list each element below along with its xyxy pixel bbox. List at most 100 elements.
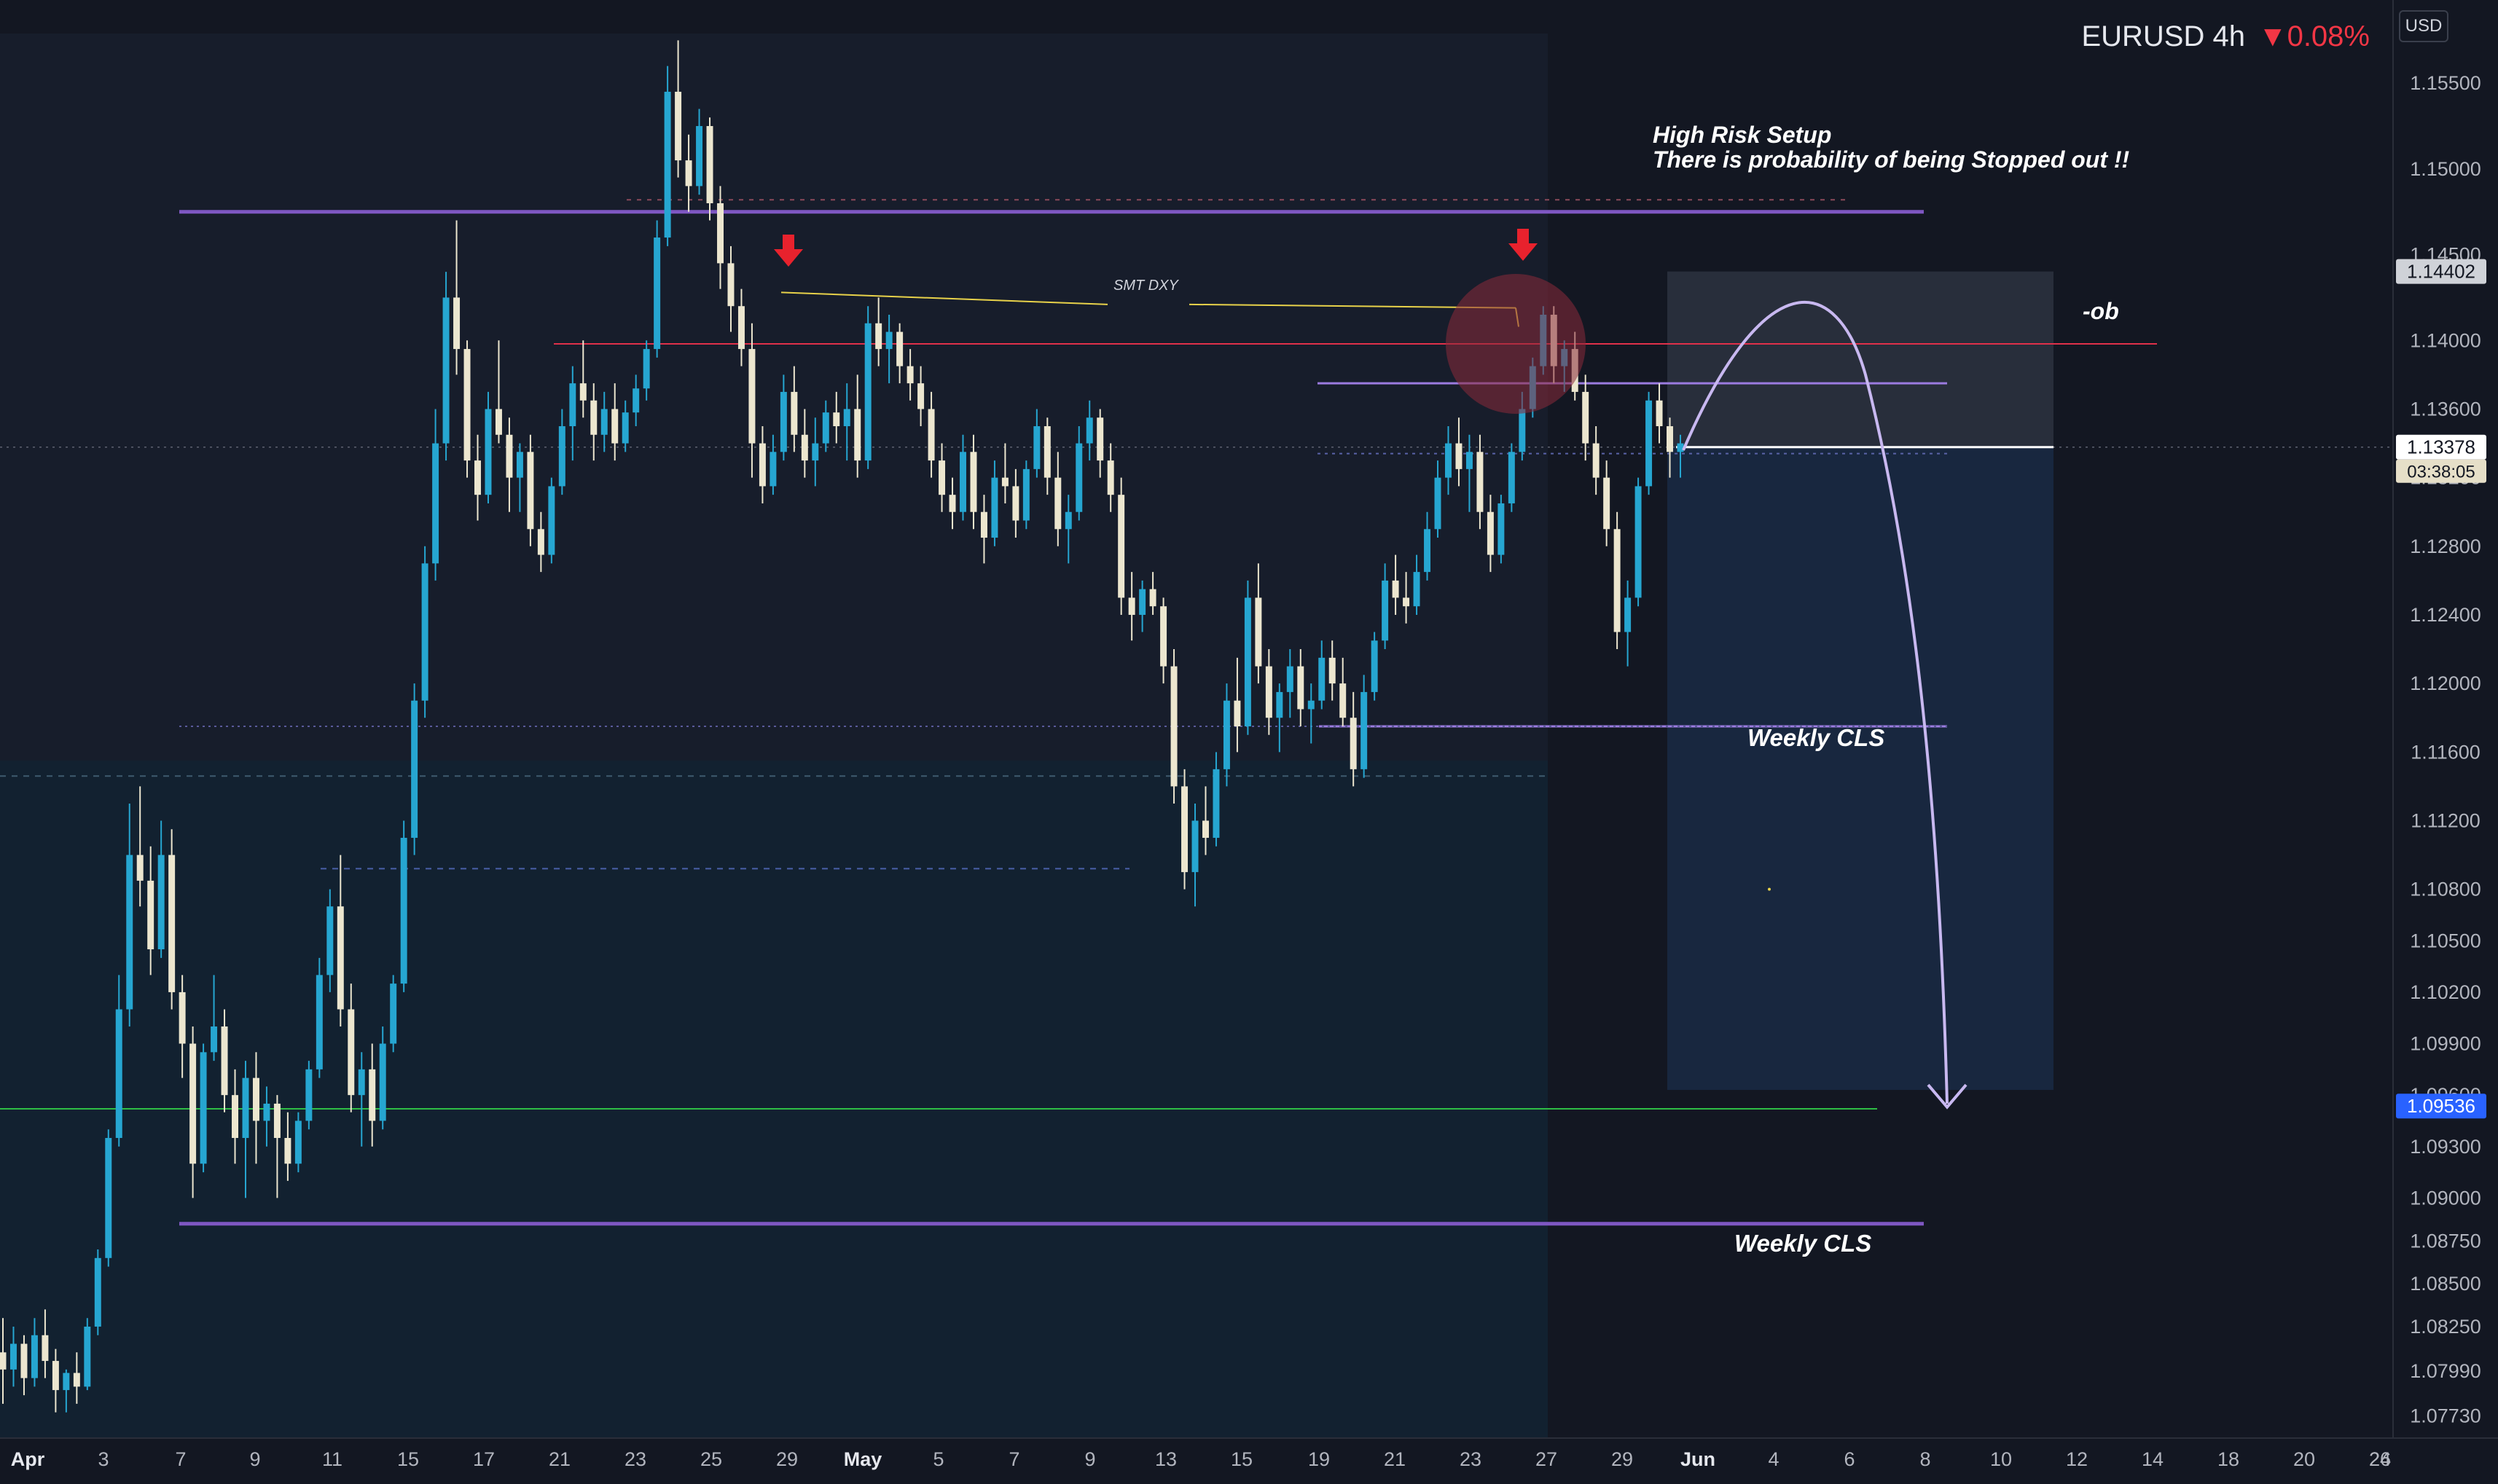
candle-body (495, 409, 502, 435)
candle-body (1149, 589, 1156, 607)
candle-body (1465, 452, 1473, 469)
x-tick-label: 9 (249, 1448, 260, 1470)
candle-body (1624, 597, 1632, 632)
candle-body (326, 906, 334, 975)
candle-body (907, 366, 914, 384)
candle-body (1044, 426, 1051, 478)
candle-body (737, 306, 745, 350)
candle-body (590, 400, 598, 435)
x-tick-label: 29 (776, 1448, 798, 1470)
price-change: ▼0.08% (2258, 20, 2370, 52)
currency-button[interactable]: USD (2399, 10, 2448, 42)
candle-body (1086, 417, 1093, 444)
candle-body (843, 409, 850, 427)
x-tick-label: 15 (1231, 1448, 1253, 1470)
candle-body (432, 443, 439, 564)
candle-body (73, 1373, 80, 1387)
x-tick-label: 29 (1611, 1448, 1633, 1470)
y-tick-label: 1.09000 (2410, 1187, 2481, 1209)
candle-body (31, 1335, 38, 1378)
x-tick-label: 19 (1308, 1448, 1330, 1470)
candle-body (717, 203, 724, 264)
candle-body (157, 855, 165, 950)
candle-body (1160, 606, 1167, 667)
candle-body (1054, 477, 1062, 530)
x-tick-label: 13 (1155, 1448, 1177, 1470)
candle-body (1170, 666, 1178, 787)
x-tick-label: 9 (1084, 1448, 1095, 1470)
candle-body (558, 426, 565, 487)
candle-body (168, 855, 176, 992)
x-tick-label: 21 (1384, 1448, 1406, 1470)
candle-body (442, 297, 450, 444)
candle-body (263, 1103, 270, 1121)
x-tick-label: 20 (2293, 1448, 2315, 1470)
candle-body (453, 297, 461, 350)
y-tick-label: 1.08500 (2410, 1273, 2481, 1295)
candle-body (759, 443, 766, 487)
candle-body (421, 563, 428, 701)
candle-body (1403, 597, 1410, 607)
ob-label: -ob (2083, 298, 2119, 324)
countdown-label: 03:38:05 (2407, 463, 2475, 482)
highlight-circle (1446, 274, 1586, 415)
candle-body (780, 391, 787, 452)
x-tick-label: 27 (1535, 1448, 1557, 1470)
candle-body (284, 1138, 291, 1164)
x-tick-label: 8 (1919, 1448, 1930, 1470)
candle-body (1033, 426, 1041, 469)
x-tick-label: 5 (933, 1448, 944, 1470)
candle-body (1265, 666, 1272, 718)
candle-body (221, 1026, 228, 1096)
candle-body (94, 1257, 101, 1327)
candle-body (1667, 426, 1674, 452)
candle-body (654, 237, 661, 350)
candle-body (1476, 452, 1484, 512)
candle-body (20, 1343, 28, 1378)
candle-body (1191, 820, 1199, 873)
candle-body (147, 880, 154, 950)
candle-body (52, 1361, 59, 1391)
candle-body (833, 412, 840, 427)
candle-body (84, 1326, 91, 1387)
candle-body (970, 452, 977, 512)
smt-label: SMT DXY (1113, 278, 1180, 294)
candle-body (696, 126, 703, 187)
high-risk-note: There is probability of being Stopped ou… (1653, 146, 2130, 173)
candle-body (791, 391, 798, 435)
candle-body (1350, 718, 1357, 769)
x-tick-label: 17 (473, 1448, 495, 1470)
y-tick-label: 1.09300 (2410, 1136, 2481, 1158)
candle-body (1076, 443, 1083, 512)
candle-body (474, 460, 481, 495)
candle-body (485, 409, 492, 495)
candle-body (1434, 477, 1441, 530)
candle-body (928, 409, 935, 461)
candlestick-chart[interactable]: High Risk Setup There is probability of … (0, 0, 2498, 1480)
x-tick-label: 3 (98, 1448, 109, 1470)
y-tick-label: 1.10800 (2410, 879, 2481, 900)
y-tick-label: 1.10500 (2410, 930, 2481, 951)
candle-body (232, 1095, 239, 1139)
x-tick-label: 14 (2142, 1448, 2164, 1470)
candle-body (1339, 683, 1347, 718)
candle-body (136, 855, 144, 881)
candle-body (600, 409, 608, 435)
candle-body (980, 511, 987, 538)
candle-body (548, 486, 555, 555)
candle-body (1328, 657, 1336, 684)
x-tick-label: May (844, 1448, 882, 1470)
x-tick-label: 12 (2066, 1448, 2088, 1470)
x-tick-label: 26 (2369, 1448, 2391, 1470)
x-tick-label: 25 (700, 1448, 722, 1470)
candle-body (1097, 417, 1104, 461)
candle-body (1455, 443, 1463, 469)
candle-body (1107, 460, 1114, 495)
candle-body (685, 160, 692, 187)
candle-body (1307, 700, 1315, 710)
y-tick-label: 1.08750 (2410, 1230, 2481, 1252)
candle-body (1012, 486, 1019, 521)
candle-body (1382, 580, 1389, 641)
candle-body (1001, 477, 1009, 487)
candle-body (1360, 691, 1368, 769)
